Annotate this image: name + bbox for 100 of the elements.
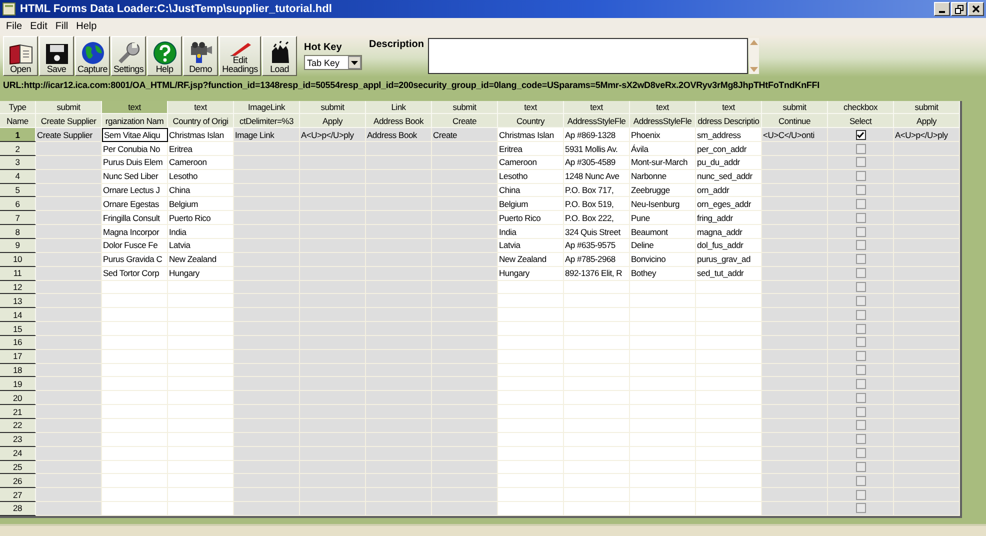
- column-header[interactable]: ctDelimiter=%3: [234, 114, 300, 128]
- column-header[interactable]: Select: [828, 114, 894, 128]
- column-header[interactable]: Continue: [762, 114, 828, 128]
- row-header[interactable]: 18: [0, 364, 36, 378]
- checkbox[interactable]: [856, 351, 866, 362]
- checkbox[interactable]: [856, 378, 866, 389]
- row-header[interactable]: 24: [0, 446, 36, 461]
- column-header[interactable]: Address Book: [366, 114, 432, 128]
- checkbox[interactable]: [856, 157, 866, 168]
- checkbox[interactable]: [856, 462, 866, 472]
- row-header[interactable]: 8: [0, 225, 36, 240]
- checkbox[interactable]: [856, 337, 866, 348]
- column-header[interactable]: submit: [36, 100, 102, 114]
- column-header[interactable]: Create Supplier: [36, 114, 102, 128]
- column-header[interactable]: AddressStyleFle: [564, 114, 630, 128]
- row-header[interactable]: 17: [0, 350, 36, 364]
- hot-key-dropdown[interactable]: Tab Key: [304, 55, 362, 70]
- row-header[interactable]: 14: [0, 308, 36, 322]
- toolbar-button[interactable]: Help: [147, 36, 182, 76]
- column-header[interactable]: Apply: [300, 114, 366, 128]
- column-header[interactable]: Create: [432, 114, 498, 128]
- row-header[interactable]: 26: [0, 474, 36, 488]
- row-header[interactable]: 11: [0, 266, 36, 281]
- restore-button[interactable]: [951, 2, 967, 16]
- menu-item[interactable]: Help: [72, 21, 101, 32]
- checkbox[interactable]: [856, 420, 866, 430]
- checkbox[interactable]: [856, 240, 866, 250]
- row-header[interactable]: 12: [0, 280, 36, 294]
- checkbox[interactable]: [856, 324, 866, 334]
- checkbox[interactable]: [856, 434, 866, 444]
- column-header[interactable]: ddress Descriptio: [696, 114, 762, 128]
- toolbar-button[interactable]: Load: [262, 36, 297, 76]
- column-header[interactable]: AddressStyleFle: [630, 114, 696, 128]
- checkbox[interactable]: [856, 282, 866, 292]
- checkbox[interactable]: [856, 212, 866, 223]
- checkbox[interactable]: [856, 310, 866, 320]
- row-header[interactable]: 23: [0, 432, 36, 447]
- row-header[interactable]: 6: [0, 197, 36, 212]
- checkbox[interactable]: [856, 392, 866, 403]
- checkbox[interactable]: [856, 268, 866, 278]
- checkbox[interactable]: [856, 130, 866, 140]
- scrollbar[interactable]: [749, 38, 760, 74]
- column-header[interactable]: text: [630, 100, 696, 114]
- column-header[interactable]: submit: [762, 100, 828, 114]
- toolbar-button[interactable]: Open: [3, 36, 38, 76]
- column-header[interactable]: ImageLink: [234, 100, 300, 114]
- checkbox[interactable]: [856, 490, 866, 500]
- checkbox[interactable]: [856, 406, 866, 417]
- column-header[interactable]: text: [696, 100, 762, 114]
- column-header[interactable]: text: [168, 100, 234, 114]
- column-header[interactable]: text: [102, 100, 168, 114]
- row-header[interactable]: 28: [0, 502, 36, 516]
- column-header[interactable]: Country of Origi: [168, 114, 234, 128]
- column-header[interactable]: submit: [894, 100, 960, 114]
- checkbox[interactable]: [856, 254, 866, 264]
- checkbox[interactable]: [856, 503, 866, 514]
- column-header[interactable]: checkbox: [828, 100, 894, 114]
- row-header[interactable]: 22: [0, 418, 36, 433]
- checkbox[interactable]: [856, 476, 866, 486]
- checkbox[interactable]: [856, 296, 866, 306]
- row-header[interactable]: 7: [0, 211, 36, 226]
- row-header[interactable]: 9: [0, 239, 36, 253]
- column-header[interactable]: submit: [300, 100, 366, 114]
- checkbox[interactable]: [856, 144, 866, 154]
- toolbar-button[interactable]: Edit Headings: [219, 36, 261, 76]
- row-header[interactable]: 15: [0, 322, 36, 336]
- checkbox[interactable]: [856, 185, 866, 196]
- row-header[interactable]: 21: [0, 405, 36, 419]
- column-header[interactable]: rganization Nam: [102, 114, 168, 128]
- checkbox[interactable]: [856, 226, 866, 237]
- column-header[interactable]: submit: [432, 100, 498, 114]
- column-header[interactable]: Link: [366, 100, 432, 114]
- row-header[interactable]: 27: [0, 488, 36, 502]
- row-header[interactable]: 5: [0, 184, 36, 198]
- row-header[interactable]: 16: [0, 336, 36, 350]
- row-header[interactable]: 20: [0, 391, 36, 406]
- row-header[interactable]: 4: [0, 170, 36, 184]
- row-header[interactable]: 13: [0, 294, 36, 308]
- column-header[interactable]: text: [564, 100, 630, 114]
- row-header[interactable]: 25: [0, 460, 36, 474]
- toolbar-button[interactable]: Save: [39, 36, 74, 76]
- row-header[interactable]: 2: [0, 142, 36, 156]
- minimize-button[interactable]: [934, 2, 950, 16]
- row-header[interactable]: 1: [0, 128, 36, 142]
- checkbox[interactable]: [856, 448, 866, 458]
- menu-item[interactable]: Edit: [26, 21, 52, 32]
- column-header[interactable]: text: [498, 100, 564, 114]
- toolbar-button[interactable]: Capture: [75, 36, 110, 76]
- checkbox[interactable]: [856, 171, 866, 182]
- row-header[interactable]: 3: [0, 156, 36, 170]
- column-header[interactable]: Country: [498, 114, 564, 128]
- checkbox[interactable]: [856, 198, 866, 209]
- toolbar-button[interactable]: Demo: [183, 36, 218, 76]
- column-header[interactable]: Apply: [894, 114, 960, 128]
- menu-item[interactable]: File: [2, 21, 26, 32]
- toolbar-button[interactable]: Settings: [111, 36, 146, 76]
- row-header[interactable]: 10: [0, 252, 36, 267]
- checkbox[interactable]: [856, 365, 866, 376]
- row-header[interactable]: 19: [0, 377, 36, 392]
- close-button[interactable]: [968, 2, 984, 16]
